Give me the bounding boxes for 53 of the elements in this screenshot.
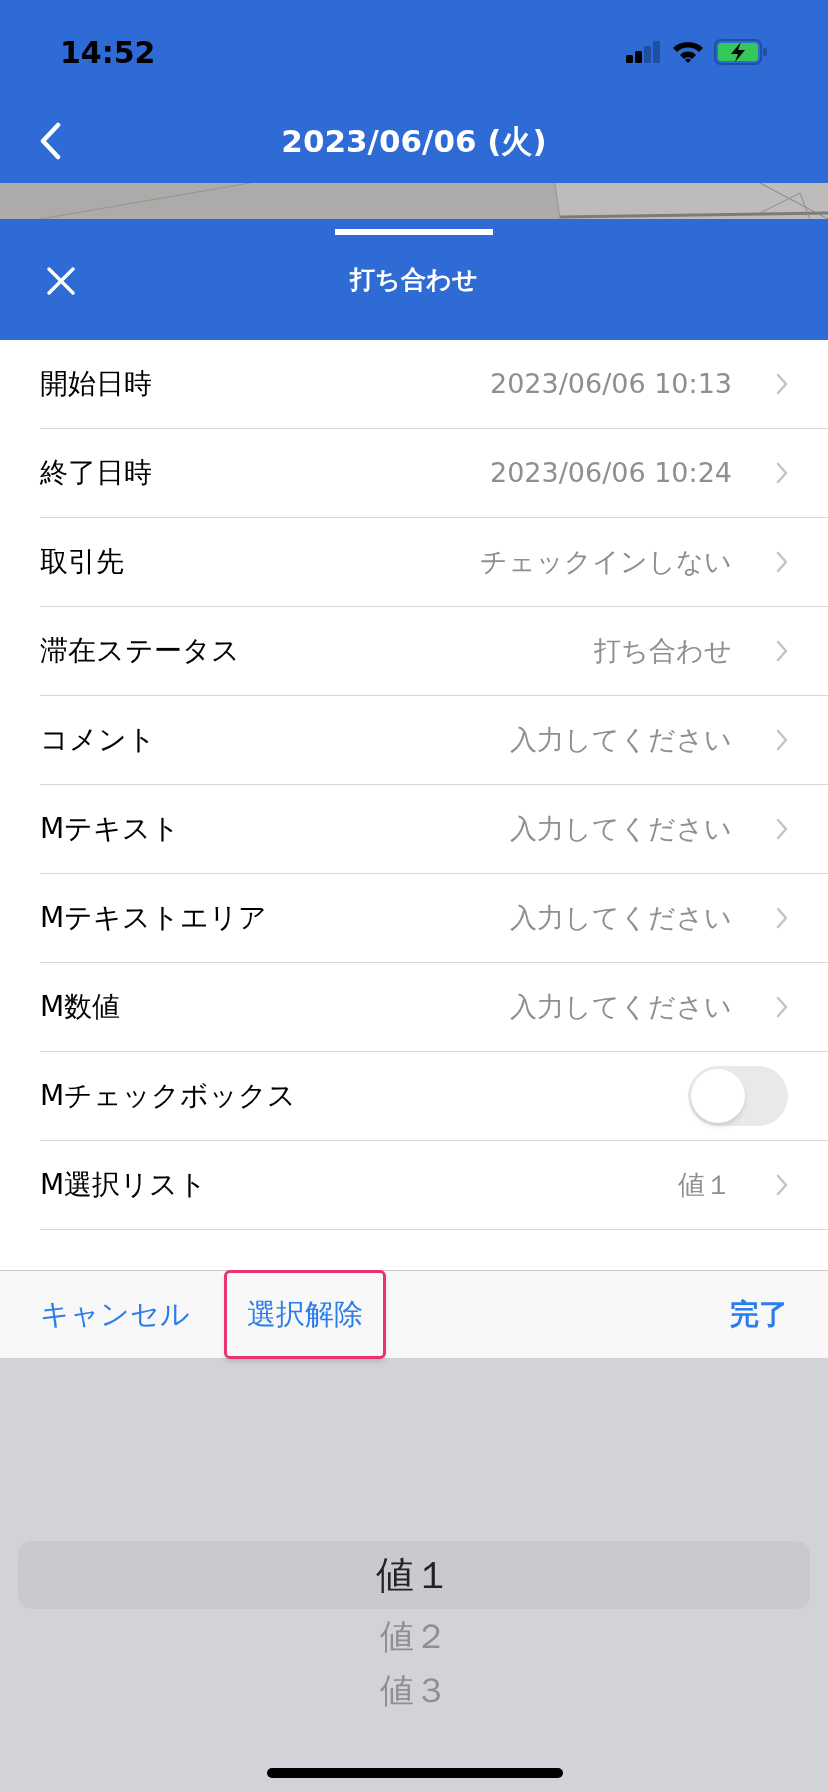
field-label: 開始日時 <box>40 366 152 402</box>
field-row-link[interactable]: チェックインしない <box>480 541 788 583</box>
picker-option[interactable]: 値３ <box>0 1663 828 1717</box>
field-label: Mチェックボックス <box>40 1078 297 1114</box>
field-row-link[interactable]: 打ち合わせ <box>594 630 788 672</box>
sheet-title: 打ち合わせ <box>350 263 478 296</box>
field-row-link[interactable]: 2023/06/06 10:24 <box>490 452 788 494</box>
done-button[interactable]: 完了 <box>712 1272 806 1357</box>
field-value: 入力してください <box>510 722 732 757</box>
wifi-icon <box>672 40 704 64</box>
chevron-icon <box>776 907 788 929</box>
field-value: 入力してください <box>510 900 732 935</box>
chevron-icon <box>776 373 788 395</box>
field-label: 終了日時 <box>40 455 152 491</box>
chevron-icon <box>776 729 788 751</box>
field-label: コメント <box>40 722 156 758</box>
close-button[interactable] <box>46 266 76 296</box>
nav-title: 2023/06/06 (火) <box>281 122 547 162</box>
field-value: 2023/06/06 10:13 <box>490 366 732 401</box>
field-value: 入力してください <box>510 811 732 846</box>
field-label: Mテキスト <box>40 811 181 847</box>
field-row-link[interactable]: 入力してください <box>510 808 788 850</box>
picker-option[interactable]: 値１ <box>18 1541 810 1609</box>
field-row-link[interactable]: 2023/06/06 10:13 <box>490 363 788 405</box>
field-row-link[interactable]: 入力してください <box>510 897 788 939</box>
field-row-link[interactable]: 入力してください <box>510 986 788 1028</box>
clear-selection-button[interactable]: 選択解除 <box>224 1269 386 1360</box>
status-time: 14:52 <box>60 33 156 72</box>
field-value: 打ち合わせ <box>594 633 732 668</box>
field-label: Mテキストエリア <box>40 900 268 936</box>
cancel-button[interactable]: キャンセル <box>22 1272 208 1357</box>
chevron-icon <box>776 996 788 1018</box>
chevron-icon <box>776 462 788 484</box>
field-row-link[interactable]: 入力してください <box>510 719 788 761</box>
back-icon <box>38 122 62 160</box>
field-value: 入力してください <box>510 989 732 1024</box>
field-value: 値１ <box>678 1167 732 1202</box>
chevron-icon <box>776 551 788 573</box>
field-value: 2023/06/06 10:24 <box>490 455 732 490</box>
chevron-icon <box>776 640 788 662</box>
signal-icon <box>626 41 662 63</box>
field-label: M選択リスト <box>40 1167 208 1203</box>
field-value: チェックインしない <box>480 544 732 579</box>
field-label: 取引先 <box>40 544 124 580</box>
field-label: M数値 <box>40 989 121 1025</box>
field-label: 滞在ステータス <box>40 633 240 669</box>
field-row-link[interactable]: 値１ <box>678 1164 788 1206</box>
battery-charging-icon <box>714 39 768 65</box>
chevron-icon <box>776 818 788 840</box>
picker-option[interactable]: 値２ <box>0 1609 828 1663</box>
back-button[interactable] <box>38 122 62 160</box>
chevron-icon <box>776 1174 788 1196</box>
close-icon <box>46 266 76 296</box>
